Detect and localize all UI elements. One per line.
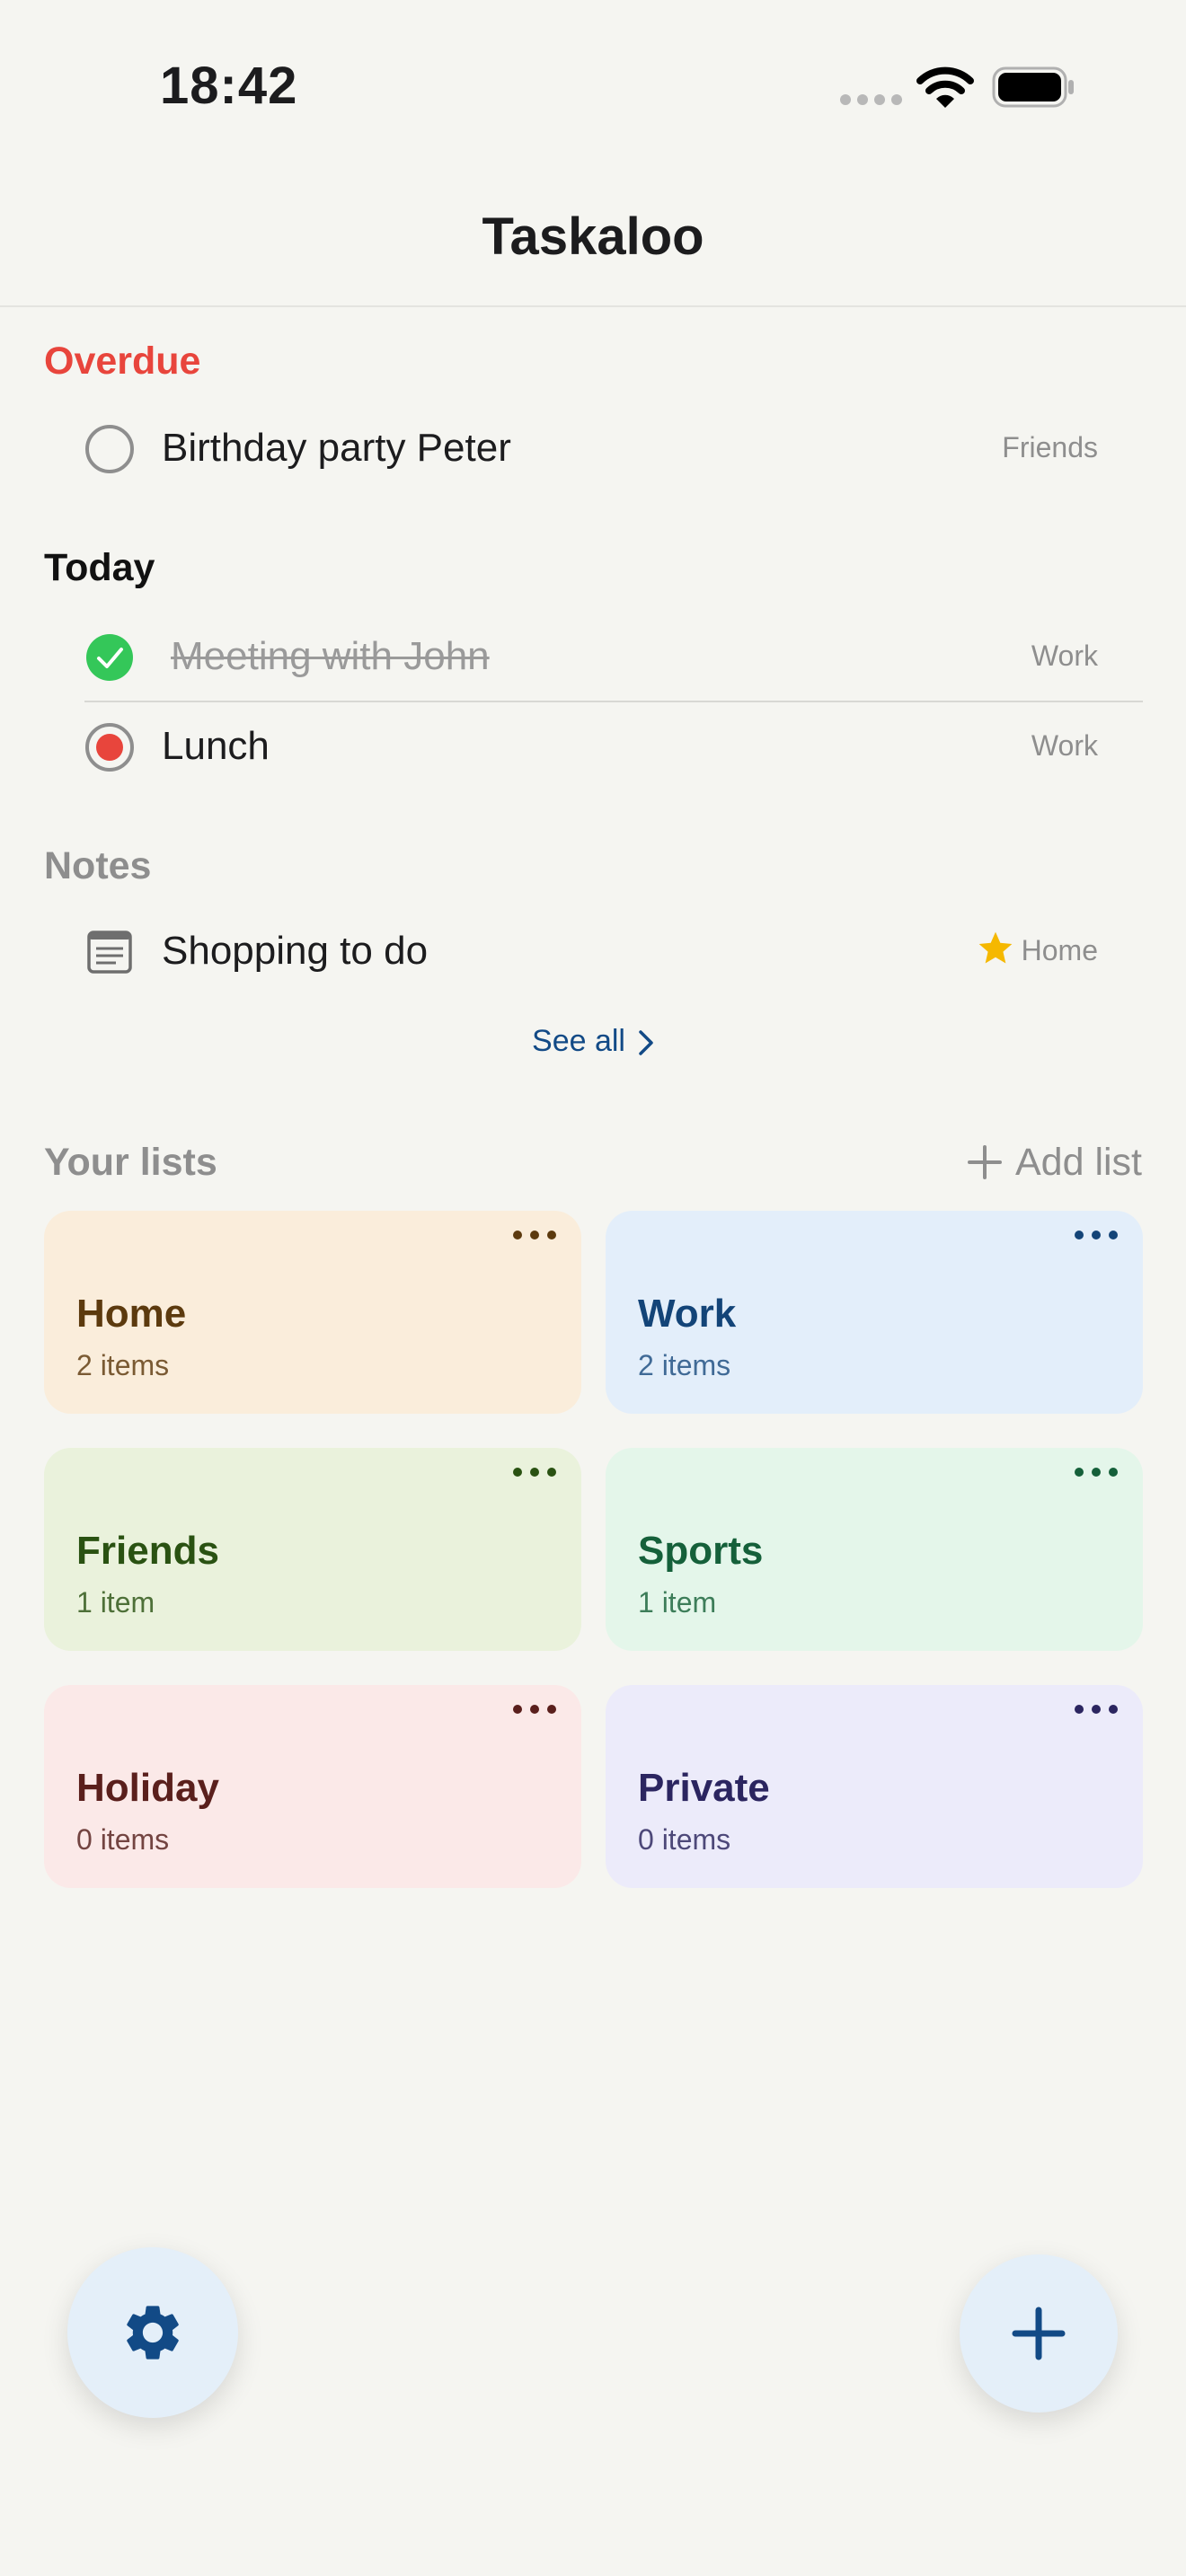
section-title-notes: Notes — [44, 844, 152, 887]
battery-icon — [992, 66, 1074, 108]
status-time: 18:42 — [160, 57, 298, 115]
list-card-name: Home — [76, 1292, 187, 1336]
checkbox-checked-icon[interactable] — [84, 632, 135, 683]
list-card-work[interactable]: Work 2 items — [606, 1211, 1143, 1414]
section-title-lists: Your lists — [44, 1141, 217, 1184]
chevron-right-icon — [639, 1030, 653, 1055]
add-list-label: Add list — [1014, 1141, 1142, 1184]
gear-icon — [127, 2306, 179, 2360]
list-card-sports[interactable]: Sports 1 item — [606, 1448, 1143, 1651]
list-card-count: 2 items — [76, 1349, 170, 1381]
task-row[interactable]: Meeting with John Work — [84, 613, 1143, 699]
list-card-holiday[interactable]: Holiday 0 items — [44, 1685, 581, 1888]
note-icon — [87, 931, 132, 974]
list-card-name: Holiday — [76, 1766, 219, 1810]
section-title-overdue: Overdue — [44, 340, 201, 383]
more-options-icon[interactable] — [511, 1703, 558, 1716]
page-title: Taskaloo — [482, 207, 704, 266]
list-card-private[interactable]: Private 0 items — [606, 1685, 1143, 1888]
checkbox-active-icon[interactable] — [84, 722, 135, 772]
list-card-friends[interactable]: Friends 1 item — [44, 1448, 581, 1651]
task-row[interactable]: Birthday party Peter Friends — [84, 404, 1143, 490]
list-card-name: Sports — [638, 1529, 764, 1573]
cellular-signal-icon — [840, 94, 902, 105]
task-label: Meeting with John — [171, 634, 490, 678]
section-title-today: Today — [44, 546, 155, 589]
see-all-label: See all — [532, 1024, 625, 1058]
task-list-tag: Work — [1031, 640, 1098, 672]
note-label: Shopping to do — [162, 929, 429, 973]
add-task-button[interactable] — [960, 2254, 1118, 2413]
task-list-tag: Work — [1031, 729, 1098, 762]
list-card-count: 2 items — [638, 1349, 731, 1381]
see-all-link[interactable]: See all — [0, 1024, 1186, 1059]
more-options-icon[interactable] — [1073, 1466, 1120, 1478]
settings-button[interactable] — [67, 2247, 238, 2418]
star-icon[interactable] — [976, 929, 1015, 968]
more-options-icon[interactable] — [1073, 1229, 1120, 1241]
more-options-icon[interactable] — [1073, 1703, 1120, 1716]
status-bar: 18:42 — [0, 0, 1186, 171]
task-label: Lunch — [162, 724, 270, 768]
checkbox-empty-icon[interactable] — [84, 424, 135, 474]
plus-icon — [1012, 2307, 1066, 2360]
list-card-home[interactable]: Home 2 items — [44, 1211, 581, 1414]
wifi-icon — [916, 66, 974, 108]
list-card-name: Friends — [76, 1529, 219, 1573]
more-options-icon[interactable] — [511, 1466, 558, 1478]
list-card-name: Private — [638, 1766, 770, 1810]
list-card-name: Work — [638, 1292, 737, 1336]
add-list-button[interactable]: Add list — [967, 1141, 1142, 1185]
list-card-count: 0 items — [76, 1823, 170, 1856]
plus-icon — [967, 1145, 1002, 1179]
task-row[interactable]: Lunch Work — [84, 702, 1143, 789]
list-card-count: 1 item — [638, 1586, 717, 1619]
task-label: Birthday party Peter — [162, 426, 511, 470]
task-list-tag: Friends — [1002, 431, 1098, 463]
more-options-icon[interactable] — [511, 1229, 558, 1241]
nav-bar: Taskaloo — [0, 171, 1186, 307]
list-card-count: 1 item — [76, 1586, 155, 1619]
note-row[interactable]: Shopping to do Home — [84, 907, 1143, 993]
note-list-tag: Home — [1021, 934, 1098, 966]
list-card-count: 0 items — [638, 1823, 731, 1856]
